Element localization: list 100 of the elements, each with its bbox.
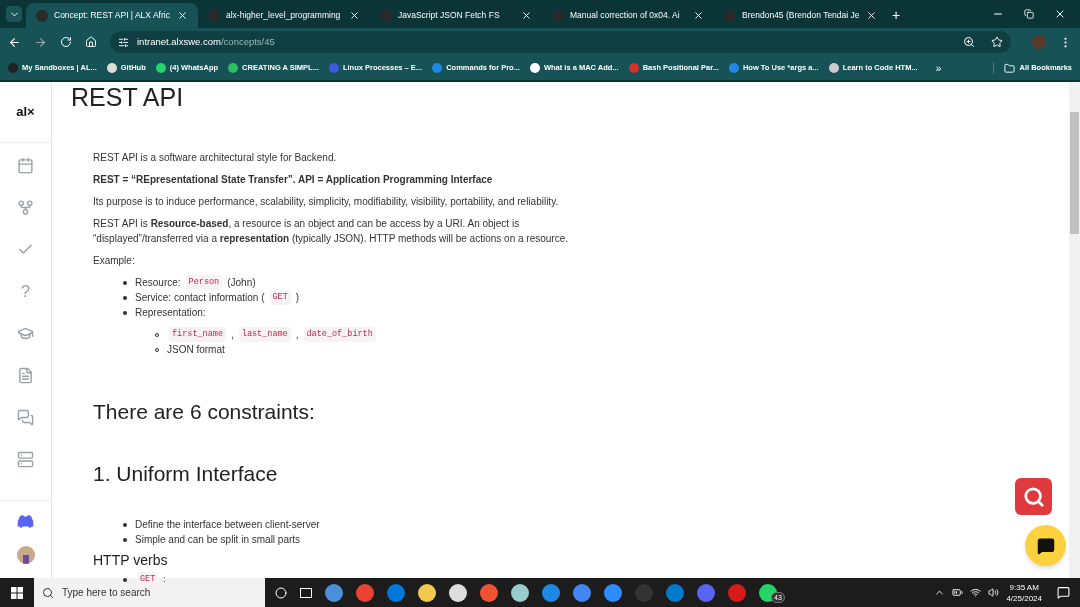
bookmark-favicon-icon bbox=[8, 63, 18, 73]
more-bookmarks-button[interactable]: » bbox=[935, 60, 942, 76]
document-icon[interactable] bbox=[17, 367, 34, 384]
task-view-icon[interactable] bbox=[300, 587, 312, 598]
bookmark-favicon-icon bbox=[228, 63, 239, 73]
tab-title: Manual correction of 0x04. Ai bbox=[570, 9, 681, 22]
graduation-cap-icon[interactable] bbox=[17, 325, 34, 342]
back-icon[interactable] bbox=[8, 35, 21, 49]
paragraph: REST API is Resource-based, a resource is an object and can be access by a URI. An object is “displayed”/transferred via a representation (typically JSON). HTTP methods will be actions on a resource. bbox=[93, 217, 569, 246]
list-text: , bbox=[295, 328, 299, 342]
close-icon[interactable] bbox=[177, 10, 188, 21]
paragraph: Its purpose is to induce performance, scalability, simplicity, modifiability, visibility, portability, and reliability. bbox=[93, 195, 560, 209]
bookmark-star-icon[interactable] bbox=[991, 36, 1003, 48]
reload-icon[interactable] bbox=[60, 36, 72, 48]
inline-code: GET bbox=[269, 290, 291, 305]
tab-search-button[interactable] bbox=[6, 6, 22, 22]
browser-tab[interactable]: alx-higher_level_programming bbox=[198, 3, 370, 28]
section-heading: 1. Uniform Interface bbox=[93, 461, 279, 487]
tab-favicon-icon bbox=[552, 9, 564, 22]
bookmark-favicon-icon bbox=[828, 63, 839, 73]
user-avatar[interactable] bbox=[16, 546, 35, 564]
bookmark-favicon-icon bbox=[628, 63, 639, 73]
inline-code: date_of_birth bbox=[303, 327, 376, 342]
cortana-icon[interactable] bbox=[275, 586, 287, 599]
browser-tab[interactable]: Concept: REST API | ALX Afric bbox=[26, 3, 198, 28]
search-icon bbox=[1022, 485, 1045, 508]
list-text: ) bbox=[295, 291, 300, 305]
tab-title: Brendon45 (Brendon Tendai Je bbox=[742, 9, 860, 22]
notification-icon[interactable] bbox=[1057, 586, 1070, 599]
alx-logo[interactable]: al× bbox=[16, 102, 35, 122]
list-text: : bbox=[163, 573, 166, 586]
battery-icon[interactable] bbox=[952, 587, 964, 598]
bookmark-favicon-icon bbox=[106, 63, 117, 73]
bullet-icon bbox=[123, 310, 127, 315]
bullet-icon bbox=[123, 295, 127, 300]
close-icon[interactable] bbox=[693, 10, 704, 21]
taskbar-app-icon[interactable] bbox=[418, 583, 436, 602]
search-icon bbox=[42, 586, 54, 599]
bullet-icon bbox=[123, 280, 127, 285]
close-icon[interactable] bbox=[865, 10, 877, 21]
inline-code: last_name bbox=[238, 327, 291, 342]
paragraph: REST = “REpresentational State Transfer”. API = Application Programming Interface bbox=[93, 173, 494, 187]
chat-bubbles-icon[interactable] bbox=[17, 409, 34, 426]
restore-icon[interactable] bbox=[1024, 9, 1034, 19]
folder-icon bbox=[1004, 62, 1016, 74]
close-icon[interactable] bbox=[521, 10, 532, 21]
inline-code: first_name bbox=[169, 327, 226, 342]
taskbar-app-icon[interactable] bbox=[449, 583, 467, 602]
bullet-icon bbox=[123, 537, 127, 542]
tab-title: alx-higher_level_programming bbox=[226, 9, 342, 22]
page-title: REST API bbox=[71, 82, 185, 112]
list-text: , bbox=[231, 328, 234, 342]
chat-button[interactable] bbox=[1025, 525, 1066, 566]
discord-icon[interactable] bbox=[17, 515, 34, 528]
list-text: Resource: bbox=[135, 276, 181, 290]
inline-code: GET bbox=[137, 572, 159, 587]
list-text: Simple and can be split in small parts bbox=[135, 533, 301, 547]
bookmark-favicon-icon bbox=[155, 63, 166, 73]
taskbar-app-icon[interactable] bbox=[325, 583, 343, 602]
list-text: JSON format bbox=[167, 343, 225, 357]
close-icon[interactable] bbox=[1054, 8, 1066, 20]
volume-icon[interactable] bbox=[988, 587, 1000, 598]
home-icon[interactable] bbox=[85, 36, 97, 48]
tab-title: JavaScript JSON Fetch FS bbox=[398, 9, 501, 22]
bullet-icon bbox=[123, 522, 127, 527]
tab-favicon-icon bbox=[724, 9, 736, 22]
calendar-icon[interactable] bbox=[17, 157, 34, 174]
subheading: HTTP verbs bbox=[93, 551, 169, 569]
inline-code: Person bbox=[185, 275, 223, 290]
chat-bot-icon bbox=[1036, 536, 1055, 555]
paragraph: REST API is a software architectural style for Backend. bbox=[93, 151, 338, 165]
fork-icon[interactable] bbox=[17, 199, 34, 216]
new-tab-button[interactable]: + bbox=[886, 3, 907, 28]
bookmark-favicon-icon bbox=[529, 63, 540, 73]
browser-tab[interactable]: Brendon45 (Brendon Tendai Je bbox=[714, 3, 886, 28]
clock-time[interactable]: 9:35 AM bbox=[1009, 581, 1039, 593]
browser-tab[interactable]: JavaScript JSON Fetch FS bbox=[370, 3, 542, 28]
bullet-icon bbox=[123, 577, 127, 582]
clock-date[interactable]: 4/25/2024 bbox=[1006, 592, 1042, 604]
section-heading: There are 6 constraints: bbox=[93, 399, 316, 425]
list-text: Representation: bbox=[135, 306, 206, 320]
bookmark-favicon-icon bbox=[328, 63, 339, 73]
tab-favicon-icon bbox=[36, 9, 48, 22]
tab-favicon-icon bbox=[380, 9, 392, 22]
browser-tab[interactable]: Manual correction of 0x04. Ai bbox=[542, 3, 714, 28]
paragraph: Example: bbox=[93, 254, 136, 268]
windows-start-icon[interactable] bbox=[11, 586, 23, 599]
taskbar-app-icon[interactable] bbox=[511, 583, 529, 602]
list-text: (John) bbox=[227, 276, 256, 290]
taskbar-app-icon[interactable] bbox=[604, 583, 622, 602]
list-text: Define the interface between client-server bbox=[135, 518, 320, 532]
url-text: intranet.alxswe.com/concepts/45 bbox=[137, 34, 275, 49]
close-icon[interactable] bbox=[349, 10, 360, 21]
wifi-icon[interactable] bbox=[970, 587, 982, 598]
zoom-icon[interactable] bbox=[963, 36, 975, 48]
search-button[interactable] bbox=[1015, 478, 1052, 515]
tab-title: Concept: REST API | ALX Afric bbox=[54, 9, 171, 22]
server-icon[interactable] bbox=[17, 451, 34, 468]
address-bar[interactable]: intranet.alxswe.com/concepts/45 bbox=[110, 31, 1011, 53]
bookmark-favicon-icon bbox=[432, 63, 443, 73]
